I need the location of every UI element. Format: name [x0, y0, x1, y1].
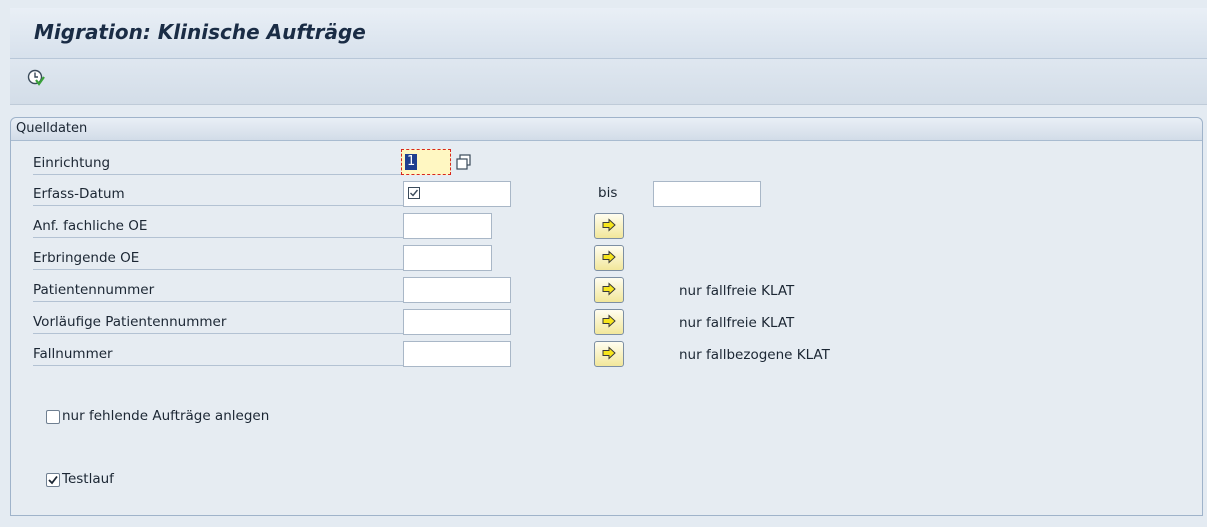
- patientennummer-note: nur fallfreie KLAT: [679, 283, 795, 299]
- fallnummer-note: nur fallbezogene KLAT: [679, 347, 830, 363]
- missing-orders-checkbox[interactable]: [46, 410, 60, 424]
- arrow-right-icon: [602, 282, 616, 296]
- einrichtung-label: Einrichtung: [33, 152, 403, 175]
- fallnummer-label: Fallnummer: [33, 343, 403, 366]
- arrow-right-icon: [602, 218, 616, 232]
- source-data-group: Quelldaten Einrichtung 1 Erfass-Datum bi…: [10, 117, 1203, 516]
- erfass-datum-to-input[interactable]: [653, 181, 761, 207]
- fallnummer-multiselect-button[interactable]: [594, 341, 624, 367]
- einrichtung-input[interactable]: 1: [401, 149, 451, 175]
- execute-clock-icon[interactable]: [27, 69, 45, 87]
- patientennummer-multiselect-button[interactable]: [594, 277, 624, 303]
- group-title: Quelldaten: [16, 121, 88, 136]
- erfass-datum-from-input[interactable]: [403, 181, 511, 207]
- title-bar: Migration: Klinische Aufträge: [10, 8, 1207, 59]
- erfass-datum-label: Erfass-Datum: [33, 183, 403, 206]
- fallnummer-input[interactable]: [403, 341, 511, 367]
- vorlaeufige-patientennummer-multiselect-button[interactable]: [594, 309, 624, 335]
- testlauf-label: Testlauf: [62, 471, 114, 487]
- patientennummer-input[interactable]: [403, 277, 511, 303]
- group-header: Quelldaten: [11, 118, 1202, 141]
- checkmark-icon: [48, 475, 58, 485]
- anf-fachliche-oe-input[interactable]: [403, 213, 492, 239]
- application-toolbar: [10, 59, 1207, 105]
- arrow-right-icon: [602, 346, 616, 360]
- copy-icon[interactable]: [455, 153, 473, 171]
- vorlaeufige-patientennummer-note: nur fallfreie KLAT: [679, 315, 795, 331]
- bis-label: bis: [598, 185, 618, 201]
- vorlaeufige-patientennummer-label: Vorläufige Patientennummer: [33, 311, 403, 334]
- arrow-right-icon: [602, 314, 616, 328]
- vorlaeufige-patientennummer-input[interactable]: [403, 309, 511, 335]
- check-icon: [408, 187, 420, 203]
- einrichtung-value: 1: [405, 154, 418, 170]
- erbringende-oe-multiselect-button[interactable]: [594, 245, 624, 271]
- erbringende-oe-input[interactable]: [403, 245, 492, 271]
- missing-orders-label: nur fehlende Aufträge anlegen: [62, 408, 270, 424]
- patientennummer-label: Patientennummer: [33, 279, 403, 302]
- page-title: Migration: Klinische Aufträge: [34, 20, 366, 44]
- anf-fachliche-oe-multiselect-button[interactable]: [594, 213, 624, 239]
- anf-fachliche-oe-label: Anf. fachliche OE: [33, 215, 403, 238]
- erbringende-oe-label: Erbringende OE: [33, 247, 403, 270]
- arrow-right-icon: [602, 250, 616, 264]
- testlauf-checkbox[interactable]: [46, 473, 60, 487]
